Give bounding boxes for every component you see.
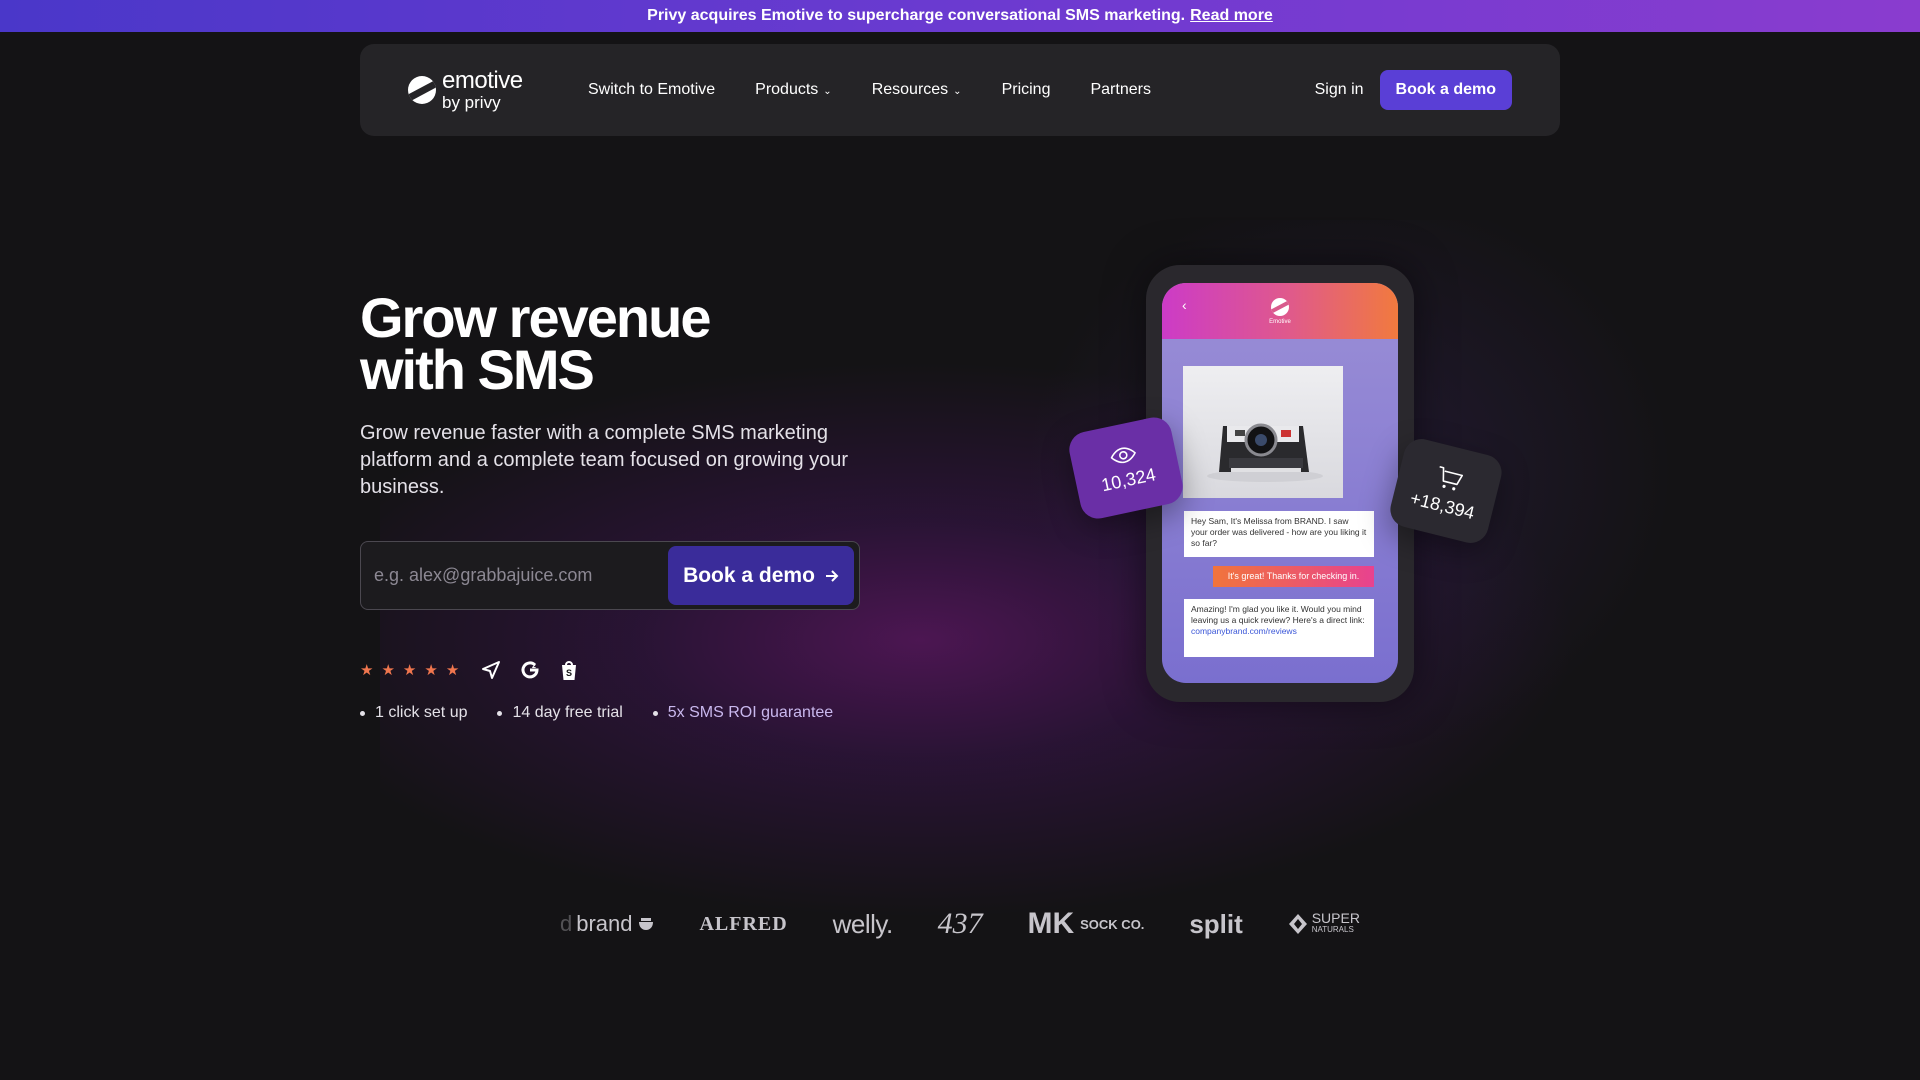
super-naturals-mark-icon [1288, 914, 1307, 934]
sign-in-link[interactable]: Sign in [1315, 81, 1364, 99]
star-icon: ★ [445, 662, 460, 679]
g2-icon: 2 [521, 661, 539, 679]
nav-resources[interactable]: Resources ⌄ [872, 81, 962, 99]
logo[interactable]: emotive by privy [408, 69, 588, 111]
nav-link-label: Products [755, 81, 819, 98]
book-demo-hero-label: Book a demo [683, 563, 815, 587]
benefits-list: 1 click set up 14 day free trial 5x SMS … [360, 704, 833, 722]
hero-subtitle: Grow revenue faster with a complete SMS … [360, 422, 849, 498]
logo-sub: by privy [442, 93, 501, 112]
rating-row: ★ ★ ★ ★ ★ 2 S [360, 658, 579, 682]
chat-message-outgoing: It's great! Thanks for checking in. [1213, 566, 1374, 587]
cart-icon [1439, 465, 1464, 490]
dbrand-logo: d brand [560, 911, 655, 937]
mk-sub: SOCK CO. [1080, 916, 1145, 932]
dbrand-prefix: d [560, 911, 573, 936]
chat-message-text: Amazing! I'm glad you like it. Would you… [1191, 604, 1365, 625]
phone-screen: ‹ Emotive Hey Sam, It's Melissa from BRA… [1162, 283, 1398, 683]
send-arrow-icon [482, 661, 501, 679]
logo-mark-icon [408, 76, 436, 104]
star-icon: ★ [402, 662, 417, 679]
star-icon: ★ [360, 662, 374, 679]
cart-count: +18,394 [1408, 487, 1477, 523]
dbrand-mark-icon [638, 918, 653, 930]
hero-title-line1: Grow revenue [360, 286, 711, 349]
customer-logos: d brand ALFRED welly. 437 MK SOCK CO. spli… [560, 900, 1360, 948]
mk-text: MK [1027, 907, 1075, 940]
benefit-item: 1 click set up [360, 704, 467, 722]
hero-title-line2: with SMS [360, 338, 595, 401]
super-naturals-logo: SUPER NATURALS [1288, 911, 1360, 936]
eye-icon [1110, 446, 1136, 463]
shopify-icon: S [562, 661, 577, 680]
announcement-text: Privy acquires Emotive to supercharge co… [647, 7, 1186, 24]
book-demo-hero-button[interactable]: Book a demo [668, 546, 854, 605]
alfred-logo: ALFRED [699, 912, 788, 935]
camera-product-image [1183, 366, 1343, 498]
star-icon: ★ [424, 662, 438, 679]
hero-title: Grow revenue with SMS [360, 286, 880, 401]
phone-mockup: ‹ Emotive Hey Sam, It's Melissa from BRA… [1146, 265, 1414, 702]
benefit-item: 14 day free trial [497, 704, 622, 722]
mk-sock-co-logo: MK SOCK CO. [1027, 907, 1144, 941]
announcement-bar: Privy acquires Emotive to supercharge co… [0, 0, 1920, 32]
nav-partners[interactable]: Partners [1090, 81, 1150, 99]
dbrand-text: brand [576, 911, 633, 936]
nav-products[interactable]: Products ⌄ [755, 81, 832, 99]
nav-switch-to-emotive[interactable]: Switch to Emotive [588, 81, 715, 99]
welly-logo: welly. [832, 908, 894, 939]
super-sub: NATURALS [1311, 925, 1354, 934]
chat-header: ‹ Emotive [1162, 283, 1398, 339]
nav-link-label: Switch to Emotive [588, 81, 716, 98]
camera-icon [1207, 423, 1323, 482]
chat-message-incoming: Hey Sam, It's Melissa from BRAND. I saw … [1184, 511, 1374, 557]
svg-text:2: 2 [532, 663, 536, 670]
chat-message-incoming: Amazing! I'm glad you like it. Would you… [1184, 599, 1374, 657]
svg-text:S: S [566, 668, 572, 678]
chevron-left-icon: ‹ [1182, 297, 1187, 313]
star-icon: ★ [381, 662, 395, 679]
nav-link-label: Partners [1090, 81, 1151, 98]
arrow-right-icon [825, 569, 839, 582]
logo-name: emotive [442, 67, 523, 94]
chevron-down-icon: ⌄ [823, 86, 832, 97]
nav-pricing[interactable]: Pricing [1002, 81, 1051, 99]
review-link[interactable]: companybrand.com/reviews [1191, 626, 1367, 637]
signup-form: Book a demo [360, 541, 860, 610]
437-logo: 437 [937, 907, 983, 940]
read-more-link[interactable]: Read more [1190, 7, 1273, 25]
views-count: 10,324 [1099, 463, 1158, 495]
chat-brand-name: Emotive [1269, 318, 1291, 325]
nav-link-label: Pricing [1001, 81, 1051, 98]
nav-link-label: Resources [871, 81, 949, 98]
chevron-down-icon: ⌄ [953, 86, 962, 97]
split-logo: split [1189, 908, 1243, 939]
book-demo-nav-button[interactable]: Book a demo [1379, 70, 1512, 110]
benefit-item: 5x SMS ROI guarantee [653, 704, 833, 722]
email-input[interactable] [374, 565, 668, 586]
main-nav: emotive by privy Switch to Emotive Produ… [360, 44, 1560, 136]
emotive-logo-icon [1271, 297, 1289, 316]
